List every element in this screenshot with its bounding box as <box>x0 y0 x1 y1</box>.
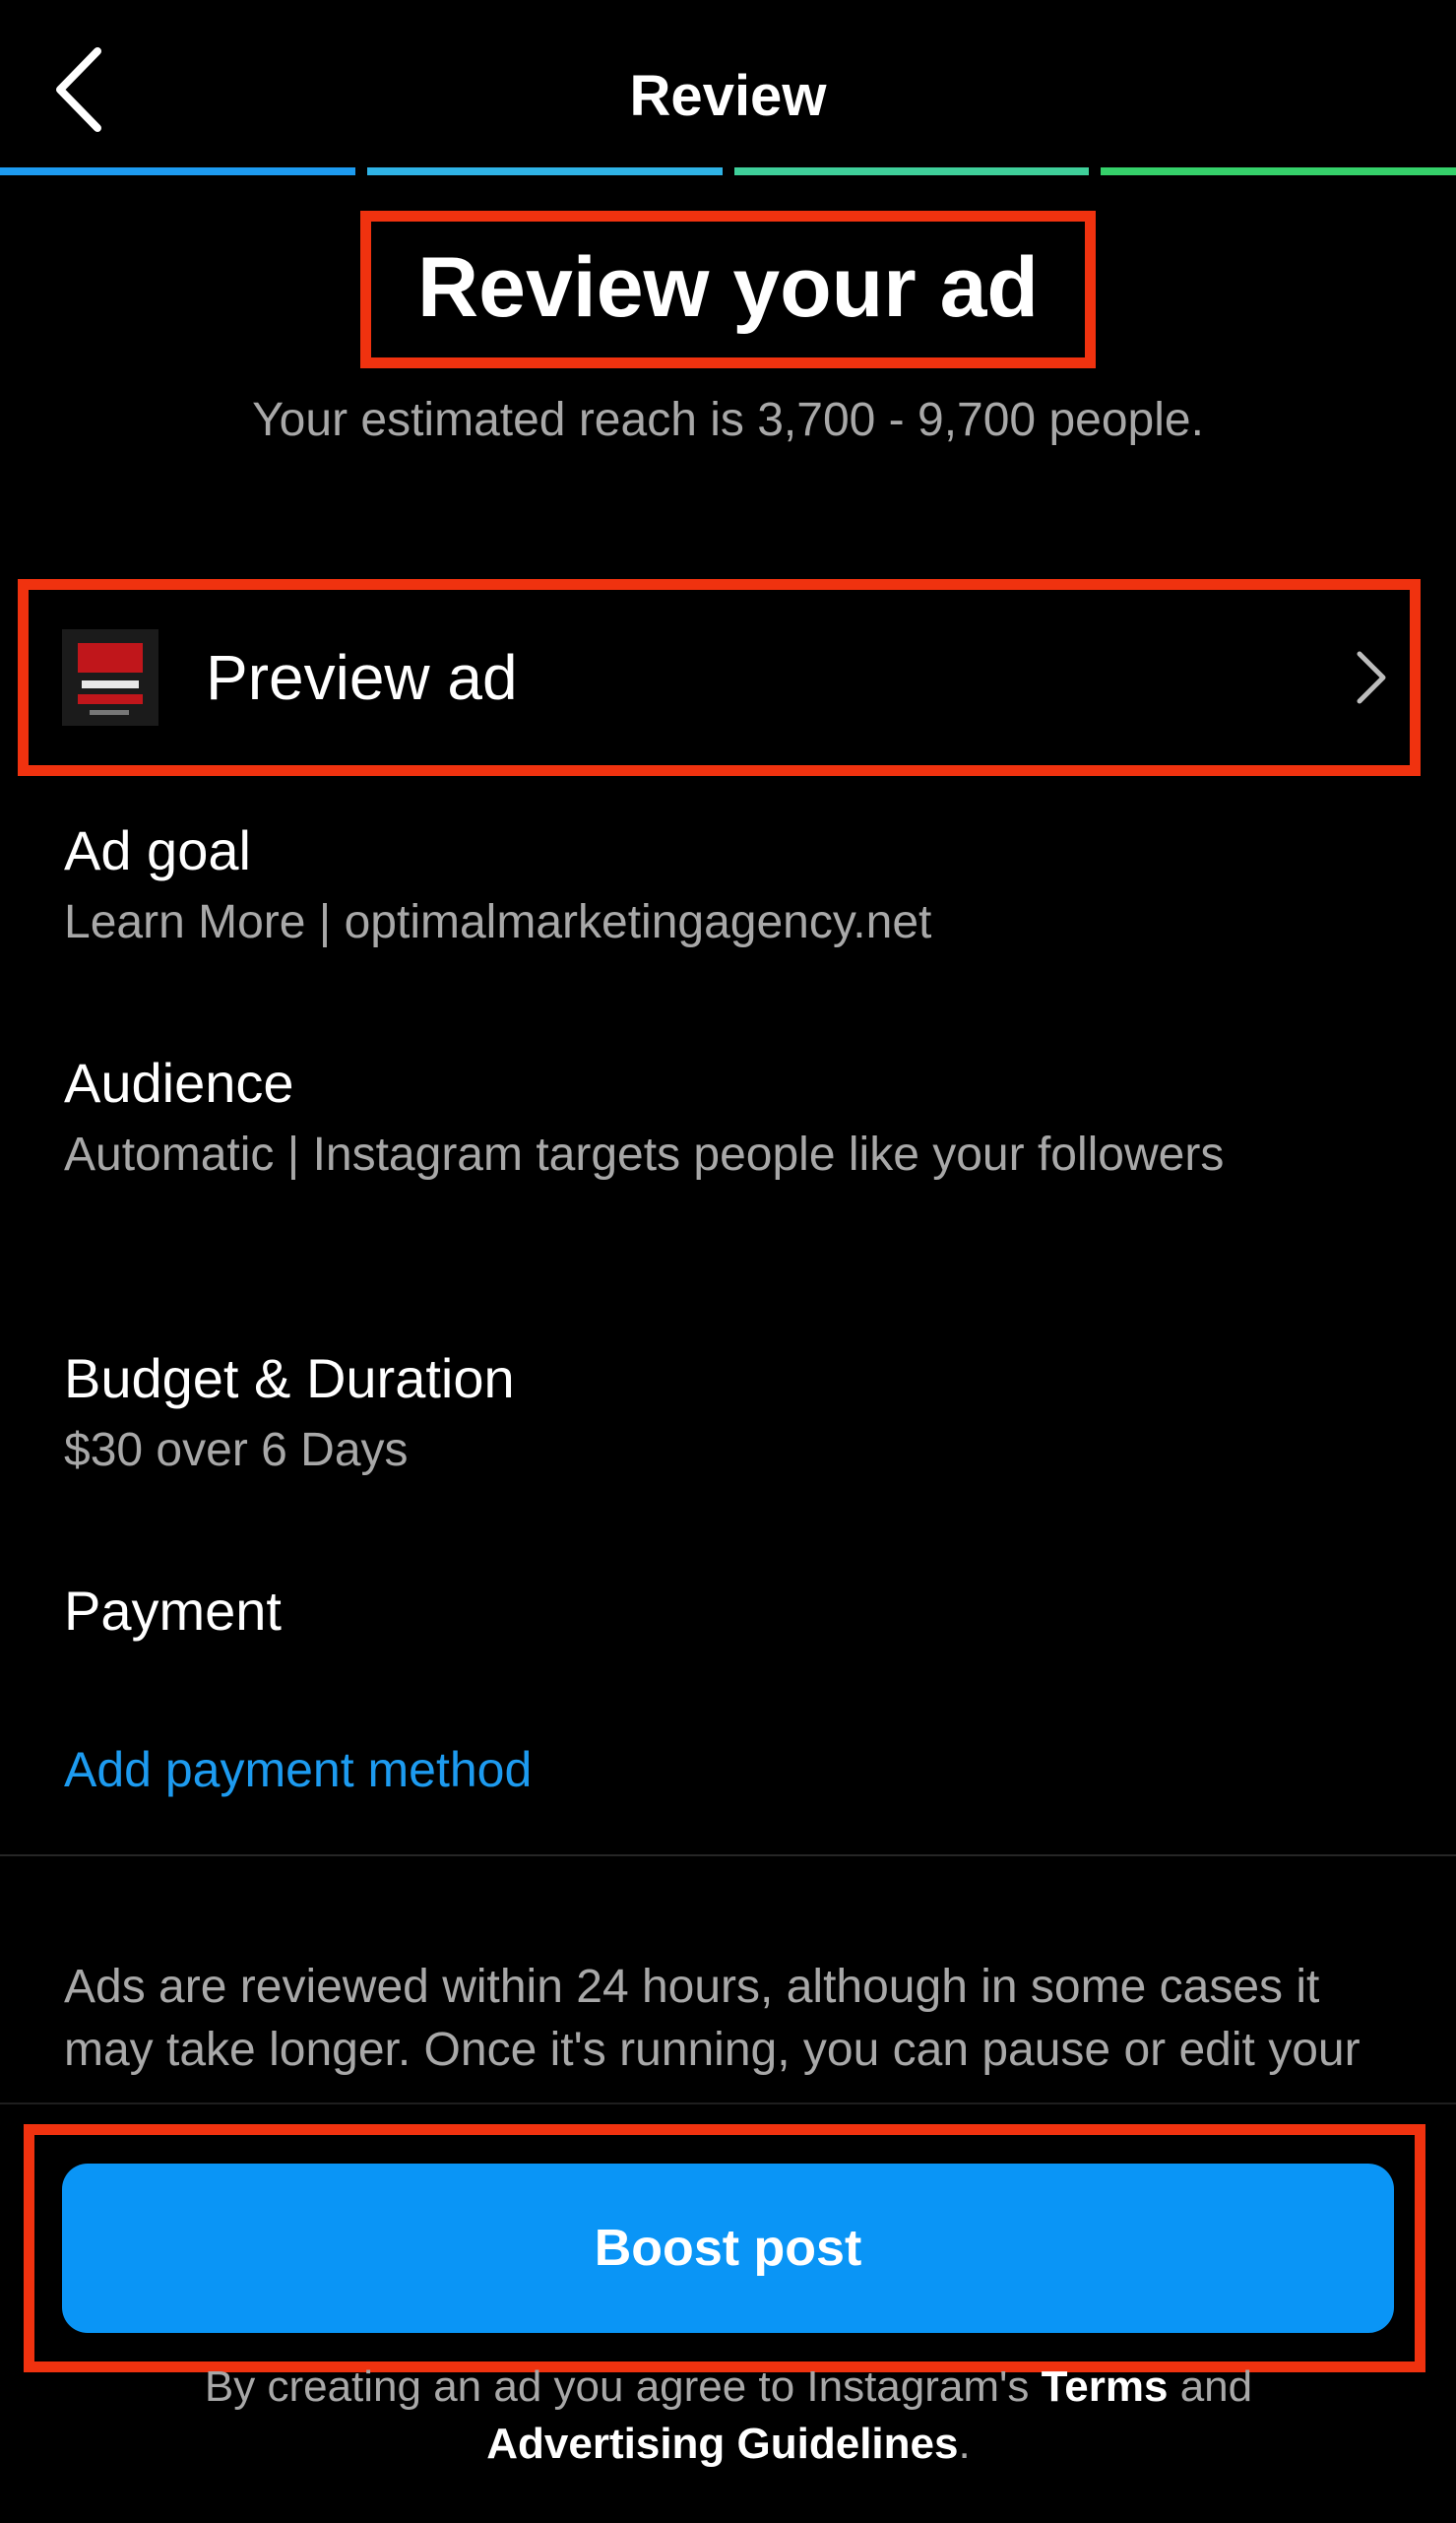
ad-thumbnail <box>62 629 158 726</box>
advertising-guidelines-link[interactable]: Advertising Guidelines <box>486 2420 958 2468</box>
divider <box>0 1854 1456 1856</box>
audience-title[interactable]: Audience <box>64 1046 294 1121</box>
payment-title: Payment <box>64 1580 282 1642</box>
legal-suffix: . <box>958 2420 971 2468</box>
header-title: Review <box>629 64 827 128</box>
progress-segment <box>1101 167 1456 175</box>
preview-ad-label: Preview ad <box>206 642 518 713</box>
preview-ad-row[interactable]: Preview ad <box>18 579 1421 776</box>
legal-and: and <box>1168 2362 1253 2411</box>
progress-segment <box>0 167 355 175</box>
legal-text: By creating an ad you agree to Instagram… <box>59 2359 1398 2473</box>
review-notice-text: Ads are reviewed within 24 hours, althou… <box>64 1961 1361 2088</box>
page-title: Review your ad <box>417 240 1039 335</box>
chevron-right-icon <box>1342 633 1401 722</box>
audience-value: Automatic | Instagram targets people lik… <box>64 1129 1225 1181</box>
add-payment-method-link[interactable]: Add payment method <box>64 1735 532 1804</box>
estimated-reach-text: Your estimated reach is 3,700 - 9,700 pe… <box>252 394 1204 446</box>
progress-segment <box>733 167 1090 175</box>
terms-link[interactable]: Terms <box>1042 2362 1169 2411</box>
budget-duration-value: $30 over 6 Days <box>64 1424 409 1476</box>
step-progress-bar <box>0 167 1456 175</box>
ad-goal-title[interactable]: Ad goal <box>64 813 251 888</box>
boost-post-button[interactable]: Boost post <box>62 2164 1394 2333</box>
legal-prefix: By creating an ad you agree to Instagram… <box>204 2362 1042 2411</box>
budget-duration-title[interactable]: Budget & Duration <box>64 1341 515 1416</box>
ad-goal-value: Learn More | optimalmarketingagency.net <box>64 896 932 948</box>
progress-segment <box>366 167 723 175</box>
